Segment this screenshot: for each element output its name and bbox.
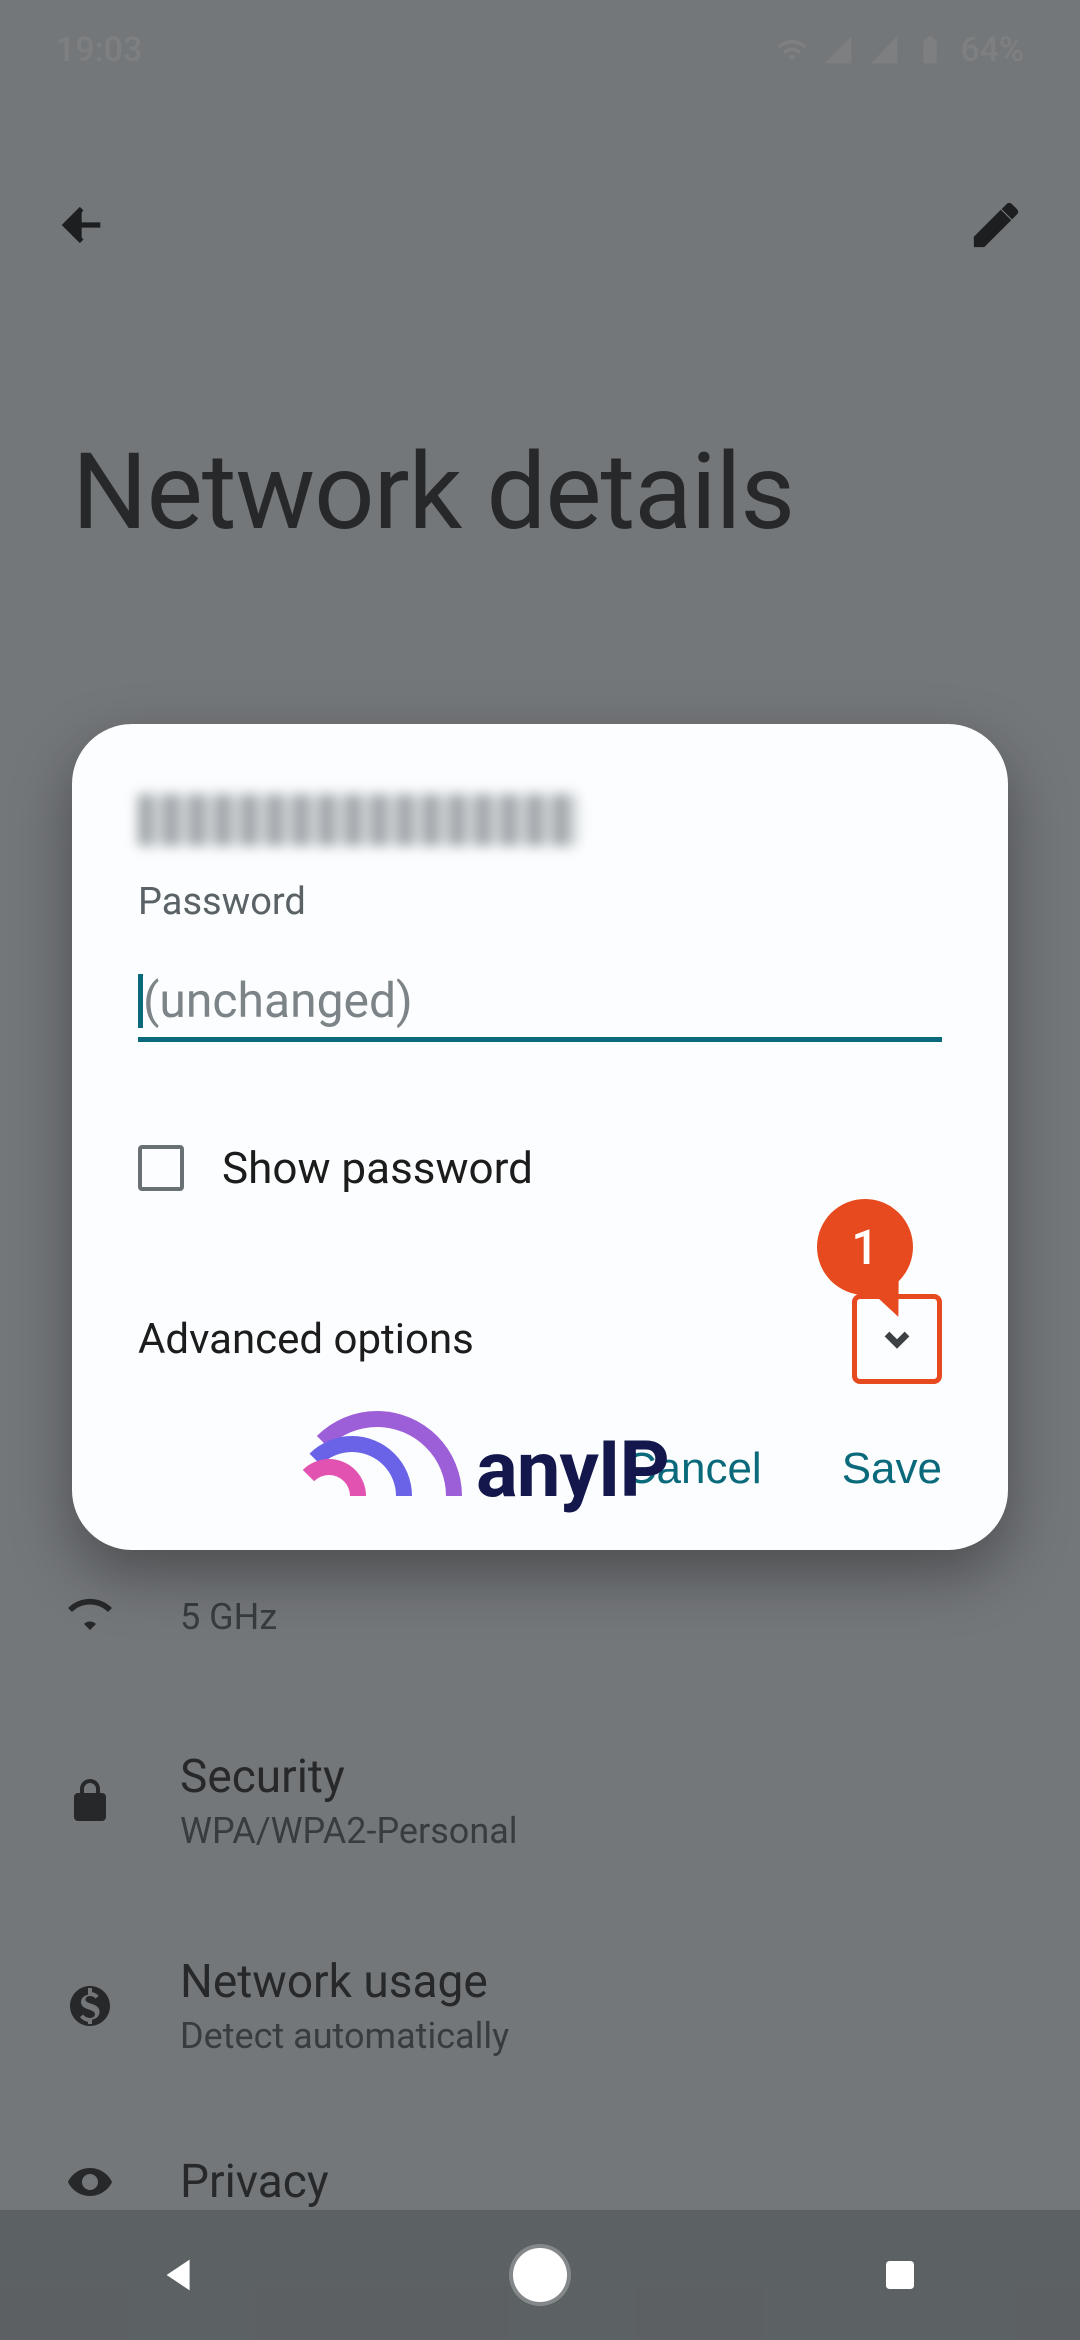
nav-recents-button[interactable]: [872, 2247, 928, 2303]
nav-back-button[interactable]: [152, 2247, 208, 2303]
anyip-wordmark: anyIP: [476, 1425, 669, 1516]
settings-page: 19:03 64% Network details 5 GHz Security…: [0, 0, 1080, 2340]
anyip-arcs-icon: [292, 1412, 472, 1496]
password-input[interactable]: (unchanged): [138, 964, 942, 1042]
circle-home-icon: [513, 2248, 567, 2302]
nav-home-button[interactable]: [512, 2247, 568, 2303]
navigation-bar: [0, 2210, 1080, 2340]
anyip-logo: anyIP: [292, 1412, 669, 1516]
square-recents-icon: [879, 2254, 921, 2296]
show-password-label: Show password: [222, 1142, 533, 1194]
advanced-options-toggle[interactable]: 1: [852, 1294, 942, 1384]
callout-badge: 1: [817, 1199, 913, 1295]
show-password-checkbox[interactable]: [138, 1145, 184, 1191]
triangle-back-icon: [157, 2252, 203, 2298]
ssid-name-redacted: [138, 794, 578, 846]
advanced-options-label: Advanced options: [138, 1315, 474, 1364]
chevron-down-icon: [877, 1319, 917, 1359]
show-password-row[interactable]: Show password: [138, 1142, 942, 1194]
password-placeholder: (unchanged): [143, 972, 413, 1029]
password-label: Password: [138, 880, 942, 924]
save-button[interactable]: Save: [842, 1444, 942, 1494]
edit-network-dialog: Password (unchanged) Show password Advan…: [72, 724, 1008, 1550]
